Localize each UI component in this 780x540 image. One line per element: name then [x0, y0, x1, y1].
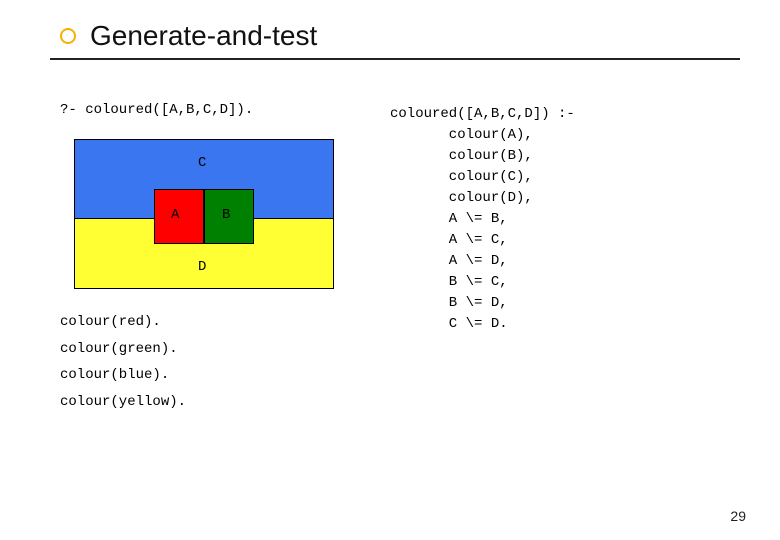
left-column: ?- coloured([A,B,C,D]). C A B D colour(r…: [60, 100, 390, 415]
slide-title: Generate-and-test: [90, 20, 317, 52]
fact-blue: colour(blue).: [60, 362, 380, 389]
title-underline: [50, 58, 740, 60]
fact-red: colour(red).: [60, 309, 380, 336]
clause-code: coloured([A,B,C,D]) :- colour(A), colour…: [390, 104, 730, 335]
label-b: B: [222, 207, 230, 223]
fact-yellow: colour(yellow).: [60, 389, 380, 416]
content: ?- coloured([A,B,C,D]). C A B D colour(r…: [60, 100, 730, 415]
page-number: 29: [730, 508, 746, 524]
map-diagram: C A B D: [74, 139, 334, 289]
right-column: coloured([A,B,C,D]) :- colour(A), colour…: [390, 100, 730, 415]
label-d: D: [198, 259, 206, 275]
colour-facts: colour(red). colour(green). colour(blue)…: [60, 309, 380, 415]
label-c: C: [198, 155, 206, 171]
label-a: A: [171, 207, 179, 223]
fact-green: colour(green).: [60, 336, 380, 363]
title-row: Generate-and-test: [60, 20, 730, 52]
bullet-icon: [60, 28, 76, 44]
slide: Generate-and-test ?- coloured([A,B,C,D])…: [0, 0, 780, 540]
query-text: ?- coloured([A,B,C,D]).: [60, 100, 380, 121]
